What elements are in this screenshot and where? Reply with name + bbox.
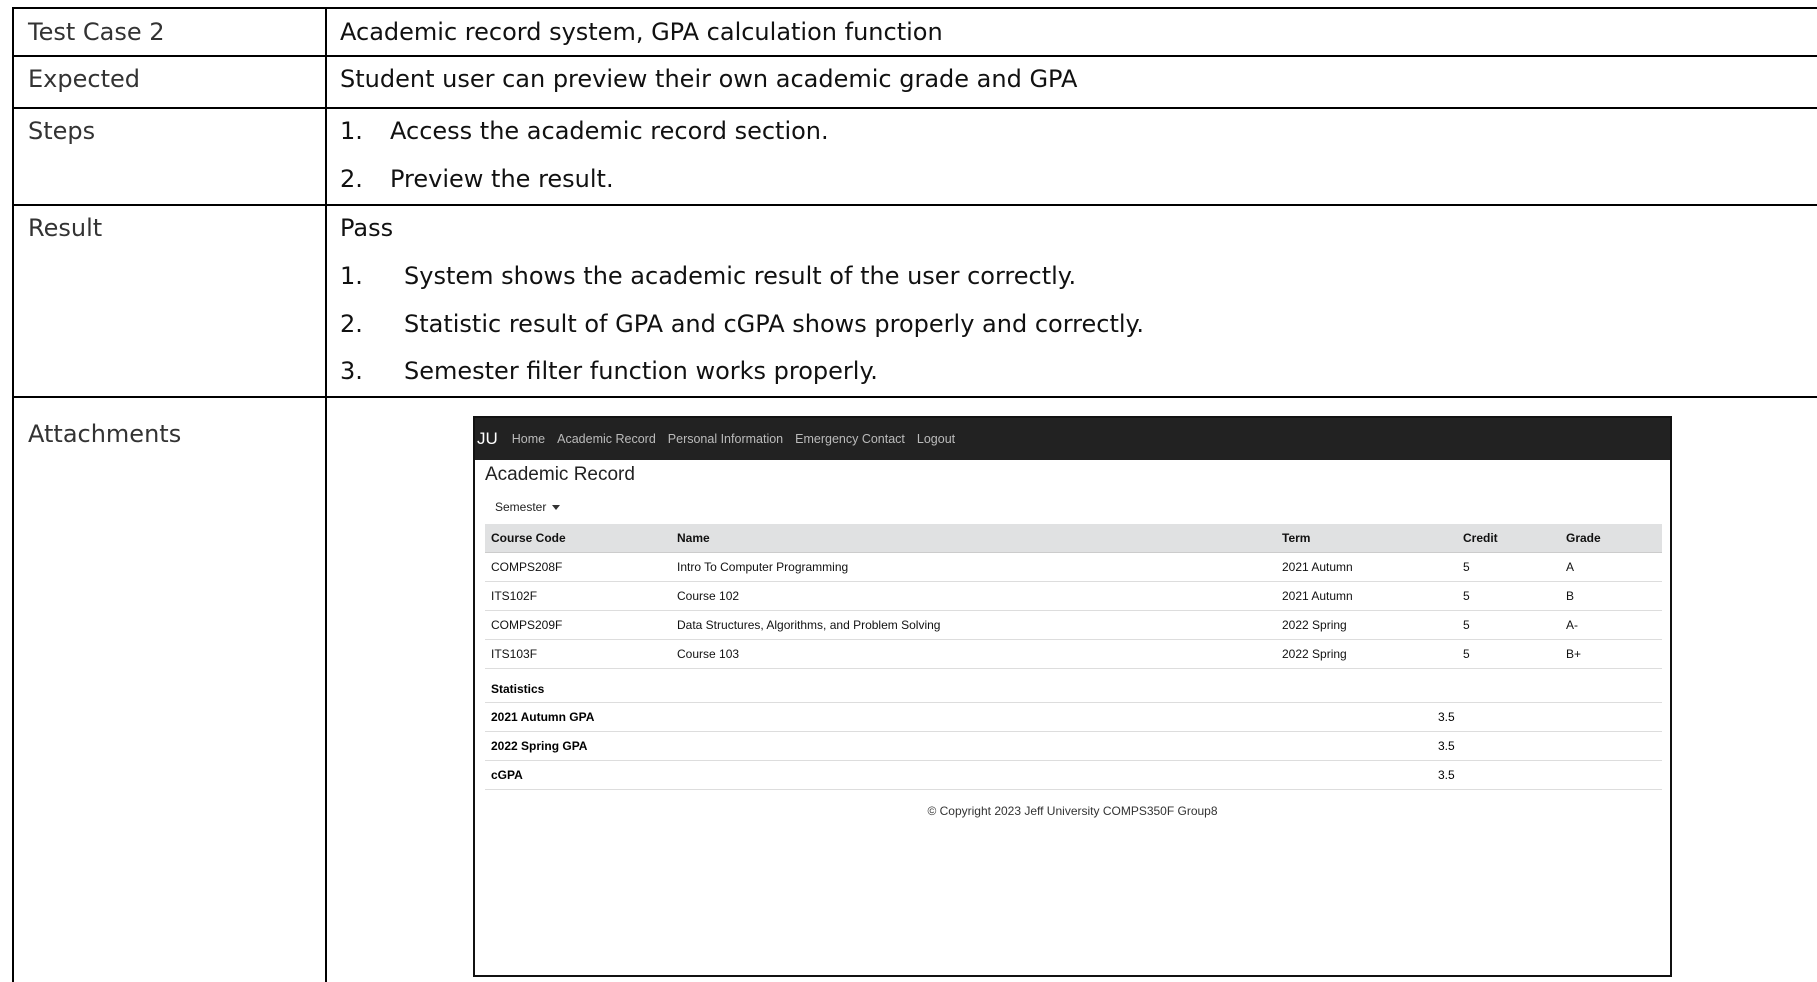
navbar: JU Home Academic Record Personal Informa…	[475, 418, 1670, 460]
label-steps: Steps	[28, 117, 96, 145]
stat-row: cGPA 3.5	[485, 760, 1662, 790]
steps-item-text: Preview the result.	[390, 165, 614, 193]
column-header-name: Name	[677, 531, 710, 545]
label-test-case: Test Case 2	[28, 18, 165, 46]
row-expected: Expected Student user can preview their …	[14, 55, 1817, 109]
course-credit: 5	[1463, 647, 1470, 661]
column-header-credit: Credit	[1463, 531, 1498, 545]
course-credit: 5	[1463, 618, 1470, 632]
column-header-grade: Grade	[1566, 531, 1601, 545]
course-term: 2021 Autumn	[1282, 560, 1353, 574]
result-item-number: 3.	[340, 357, 363, 385]
course-credit: 5	[1463, 589, 1470, 603]
table-row: ITS102F Course 102 2021 Autumn 5 B	[485, 582, 1662, 611]
stat-value: 3.5	[1438, 768, 1455, 782]
stat-value: 3.5	[1438, 710, 1455, 724]
steps-item-number: 2.	[340, 165, 363, 193]
result-status: Pass	[340, 214, 394, 242]
nav-link-home[interactable]: Home	[512, 432, 545, 446]
result-item-number: 2.	[340, 310, 363, 338]
row-test-case: Test Case 2 Academic record system, GPA …	[14, 9, 1817, 57]
caret-down-icon	[552, 504, 561, 510]
steps-item-number: 1.	[340, 117, 363, 145]
table-row: ITS103F Course 103 2022 Spring 5 B+	[485, 640, 1662, 669]
steps-item: 2. Preview the result.	[340, 165, 614, 193]
result-item: 3. Semester filter function works properl…	[340, 357, 878, 385]
nav-link-logout[interactable]: Logout	[917, 432, 955, 446]
value-test-case: Academic record system, GPA calculation …	[340, 18, 943, 46]
column-header-course-code: Course Code	[491, 531, 566, 545]
table-row: COMPS209F Data Structures, Algorithms, a…	[485, 611, 1662, 640]
brand-logo[interactable]: JU	[477, 429, 498, 449]
course-name: Data Structures, Algorithms, and Problem…	[677, 618, 941, 632]
course-name: Intro To Computer Programming	[677, 560, 849, 574]
result-item-text: Statistic result of GPA and cGPA shows p…	[404, 310, 1144, 338]
course-code: COMPS209F	[491, 618, 563, 632]
semester-filter-label: Semester	[495, 500, 547, 514]
course-grade: A-	[1566, 618, 1578, 632]
steps-item: 1. Access the academic record section.	[340, 117, 829, 145]
result-item-number: 1.	[340, 262, 363, 290]
course-code: ITS102F	[491, 589, 538, 603]
stat-row: 2022 Spring GPA 3.5	[485, 731, 1662, 760]
nav-link-academic-record[interactable]: Academic Record	[557, 432, 656, 446]
row-result: Result Pass 1. System shows the academic …	[14, 204, 1817, 398]
row-steps: Steps 1. Access the academic record secti…	[14, 107, 1817, 206]
course-grade: B	[1566, 589, 1575, 603]
copyright-footer: © Copyright 2023 Jeff University COMPS35…	[927, 804, 1218, 818]
steps-item-text: Access the academic record section.	[390, 117, 829, 145]
nav-link-personal-information[interactable]: Personal Information	[668, 432, 783, 446]
stat-value: 3.5	[1438, 739, 1455, 753]
label-result: Result	[28, 214, 103, 242]
course-term: 2022 Spring	[1282, 647, 1347, 661]
result-item: 1. System shows the academic result of th…	[340, 262, 1076, 290]
course-code: ITS103F	[491, 647, 538, 661]
semester-filter-dropdown[interactable]: Semester	[495, 500, 561, 514]
course-name: Course 102	[677, 589, 740, 603]
statistics-heading: Statistics	[491, 682, 545, 696]
value-expected: Student user can preview their own acade…	[340, 65, 1078, 93]
course-code: COMPS208F	[491, 560, 563, 574]
course-credit: 5	[1463, 560, 1470, 574]
course-term: 2021 Autumn	[1282, 589, 1353, 603]
stat-label: 2022 Spring GPA	[491, 739, 588, 753]
stat-row: 2021 Autumn GPA 3.5	[485, 702, 1662, 731]
course-term: 2022 Spring	[1282, 618, 1347, 632]
result-item-text: System shows the academic result of the …	[404, 262, 1077, 290]
table-row: COMPS208F Intro To Computer Programming …	[485, 553, 1662, 582]
course-grade: A	[1566, 560, 1575, 574]
nav-link-emergency-contact[interactable]: Emergency Contact	[795, 432, 905, 446]
result-item-text: Semester filter function works properly.	[404, 357, 878, 385]
attachment-screenshot: JU Home Academic Record Personal Informa…	[473, 416, 1672, 977]
stat-label: 2021 Autumn GPA	[491, 710, 595, 724]
course-grade: B+	[1566, 647, 1582, 661]
course-name: Course 103	[677, 647, 740, 661]
stat-label: cGPA	[491, 768, 523, 782]
courses-table-header: Course Code Name Term Credit Grade	[485, 524, 1662, 553]
column-header-term: Term	[1282, 531, 1311, 545]
label-expected: Expected	[28, 65, 140, 93]
label-attachments: Attachments	[28, 420, 182, 448]
result-item: 2. Statistic result of GPA and cGPA shows…	[340, 310, 1144, 338]
page-title: Academic Record	[485, 464, 635, 485]
